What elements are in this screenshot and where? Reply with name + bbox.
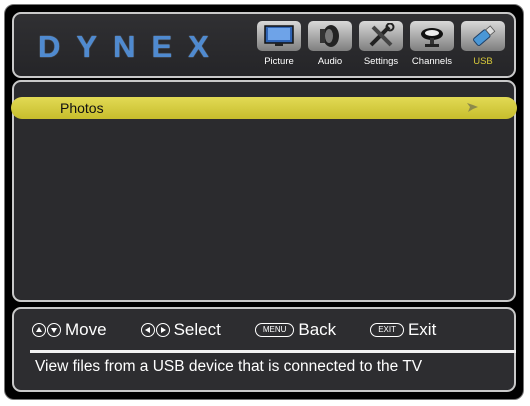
usb-drive-icon (461, 21, 505, 51)
arrow-right-icon (465, 100, 479, 119)
tab-usb-label: USB (473, 56, 493, 67)
menu-item-label: Photos (60, 100, 104, 116)
hint-select-label: Select (173, 320, 221, 339)
help-description: View files from a USB device that is con… (35, 358, 423, 375)
menu-item-photos[interactable]: Photos (11, 97, 517, 119)
button-hints: Move Select MENU Back EXIT Exit (32, 318, 510, 342)
hint-move-label: Move (65, 320, 107, 339)
tab-picture-label: Picture (264, 56, 294, 67)
left-arrow-icon (140, 323, 155, 337)
menu-tabs: Picture Audio Settings Channels USB (256, 21, 506, 67)
speaker-icon (308, 21, 352, 51)
hint-select: Select (140, 320, 221, 340)
tab-audio[interactable]: Audio (307, 21, 353, 67)
hint-exit-label: Exit (407, 320, 437, 339)
tv-icon (257, 21, 301, 51)
footer-divider (30, 350, 516, 353)
tab-settings-label: Settings (363, 56, 399, 67)
tab-settings[interactable]: Settings (358, 21, 404, 67)
header-panel: DYNEX Picture Audio Settings Channels US… (12, 12, 516, 78)
up-arrow-icon (32, 323, 46, 337)
hint-back-label: Back (298, 320, 337, 339)
tab-channels[interactable]: Channels (409, 21, 455, 67)
hint-exit: EXIT Exit (370, 320, 436, 340)
right-arrow-icon (155, 323, 170, 337)
tab-channels-label: Channels (411, 56, 453, 67)
satellite-dish-icon (410, 21, 454, 51)
exit-key-icon: EXIT (370, 323, 404, 337)
tools-icon (359, 21, 403, 51)
hint-move: Move (32, 320, 107, 340)
tab-audio-label: Audio (317, 56, 343, 67)
dynex-logo: DYNEX (38, 29, 225, 64)
menu-key-icon: MENU (254, 323, 295, 337)
down-arrow-icon (47, 323, 61, 337)
tab-picture[interactable]: Picture (256, 21, 302, 67)
hint-back: MENU Back (254, 320, 337, 340)
tab-usb[interactable]: USB (460, 21, 506, 67)
